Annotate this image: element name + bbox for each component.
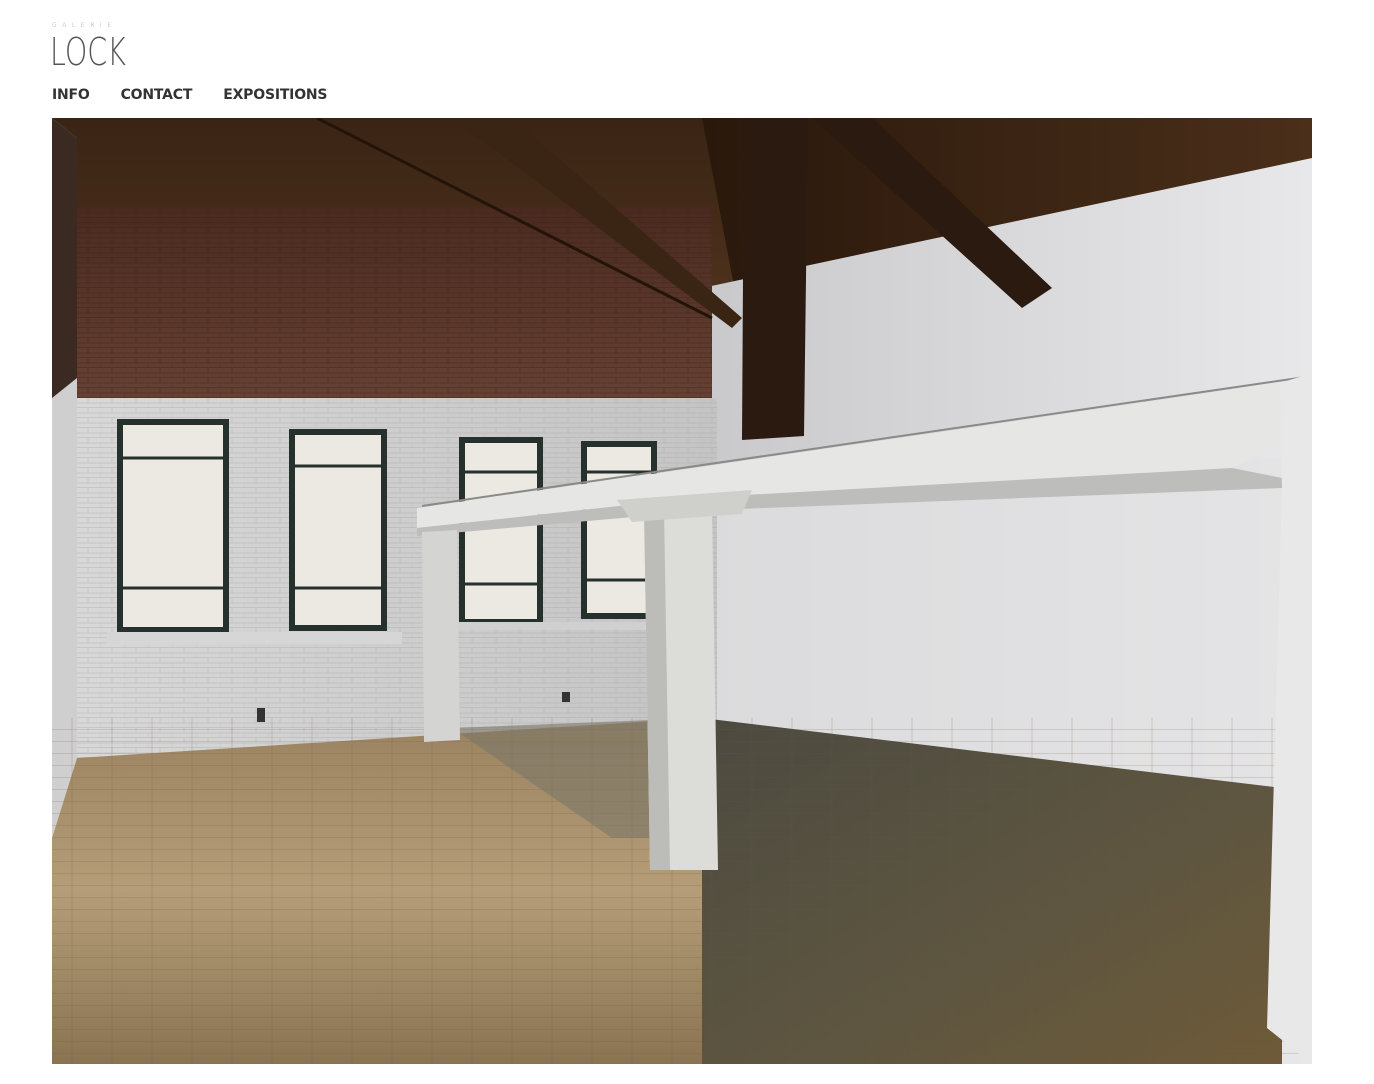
nav-item-info[interactable]: INFO	[52, 86, 90, 104]
gallery-interior-image	[52, 118, 1312, 1064]
main-nav: INFO CONTACT EXPOSITIONS	[52, 86, 327, 104]
site-logo[interactable]: GALERIE LOCK	[50, 22, 132, 74]
nav-item-contact[interactable]: CONTACT	[121, 86, 193, 104]
logo-subtitle: GALERIE	[52, 22, 117, 29]
nav-item-expositions[interactable]: EXPOSITIONS	[223, 86, 327, 104]
logo-title: LOCK	[50, 30, 126, 74]
gallery-photo	[52, 118, 1312, 1064]
